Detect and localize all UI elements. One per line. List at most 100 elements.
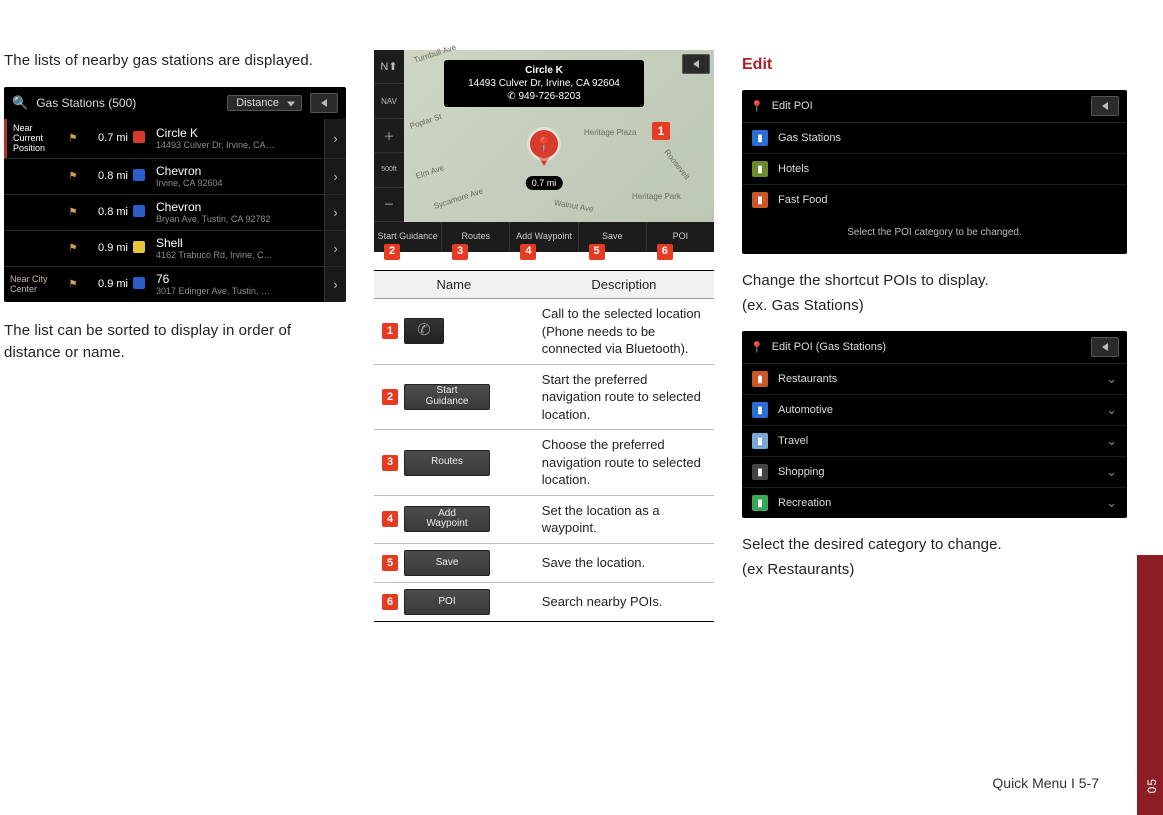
map-scale-button[interactable]: 500ft — [374, 153, 404, 187]
table-row: 1✆Call to the selected location (Phone n… — [374, 299, 714, 365]
edit-poi-screenshot-2: 📍 Edit POI (Gas Stations) ▮Restaurants⌄▮… — [742, 331, 1127, 518]
poi-category-row[interactable]: ▮Shopping⌄ — [742, 457, 1127, 488]
row-label: Near Current Position — [4, 119, 62, 158]
sort-dropdown[interactable]: Distance — [227, 95, 302, 111]
flag-icon: ⚑ — [62, 133, 84, 144]
edit-poi-footer: Select the POI category to be changed. — [742, 215, 1127, 254]
poi-category-row[interactable]: ▮Gas Stations — [742, 123, 1127, 154]
brand-icon — [128, 241, 150, 256]
callout-number: 2 — [382, 389, 398, 405]
brand-icon — [128, 277, 150, 292]
back-button[interactable] — [310, 93, 338, 113]
gas-list-row[interactable]: Near City Center⚑0.9 mi763017 Edinger Av… — [4, 266, 346, 302]
row-description: Start the preferred navigation route to … — [534, 364, 714, 430]
category-label: Travel — [778, 435, 808, 447]
back-button[interactable] — [1091, 337, 1119, 357]
left-paragraph-1: The lists of nearby gas stations are dis… — [4, 50, 346, 73]
back-button[interactable] — [1091, 96, 1119, 116]
callout-number: 4 — [382, 511, 398, 527]
map-distance-badge: 0.7 mi — [526, 176, 563, 190]
ui-button-thumb: POI — [404, 589, 490, 615]
row-address: Bryan Ave, Tustin, CA 92782 — [156, 214, 318, 224]
chevron-right-icon[interactable]: › — [324, 231, 346, 266]
poi-category-row[interactable]: ▮Automotive⌄ — [742, 395, 1127, 426]
search-icon: 🔍 — [12, 95, 28, 111]
row-name: Circle K — [156, 126, 318, 140]
map-poi-button[interactable]: POI 6 — [647, 222, 714, 252]
map-add-waypoint-button[interactable]: Add Waypoint 4 — [510, 222, 578, 252]
gas-list-title: Gas Stations (500) — [36, 96, 136, 110]
row-address: Irvine, CA 92604 — [156, 178, 318, 188]
poi-category-row[interactable]: ▮Travel⌄ — [742, 426, 1127, 457]
category-icon: ▮ — [752, 192, 768, 208]
right-paragraph-2a: Select the desired category to change. — [742, 534, 1127, 557]
callout-3: 3 — [452, 244, 468, 260]
category-label: Hotels — [778, 163, 809, 175]
gas-list-row[interactable]: ⚑0.9 miShell4162 Trabuco Rd, Irvine, C…› — [4, 230, 346, 266]
table-row: 5SaveSave the location. — [374, 544, 714, 583]
map-save-button[interactable]: Save 5 — [579, 222, 647, 252]
gas-list-row[interactable]: ⚑0.8 miChevronIrvine, CA 92604› — [4, 158, 346, 194]
map-street-label: Walnut Ave — [553, 198, 594, 214]
chevron-right-icon[interactable]: › — [324, 267, 346, 302]
row-name: Chevron — [156, 164, 318, 178]
right-paragraph-2b: (ex Restaurants) — [742, 559, 1127, 582]
table-row: 6POISearch nearby POIs. — [374, 583, 714, 622]
gas-list-row[interactable]: Near Current Position⚑0.7 miCircle K1449… — [4, 119, 346, 158]
row-name: Shell — [156, 236, 318, 250]
chevron-right-icon[interactable]: › — [324, 195, 346, 230]
edit-poi-rows-1: ▮Gas Stations▮Hotels▮Fast Food — [742, 123, 1127, 215]
gas-list-rows: Near Current Position⚑0.7 miCircle K1449… — [4, 119, 346, 302]
row-distance: 0.9 mi — [84, 278, 128, 290]
flag-icon: ⚑ — [62, 171, 84, 182]
gas-list-row[interactable]: ⚑0.8 miChevronBryan Ave, Tustin, CA 9278… — [4, 194, 346, 230]
category-icon: ▮ — [752, 130, 768, 146]
page-footer-label: Quick Menu I 5-7 — [992, 775, 1099, 791]
map-poi-bubble: Circle K 14493 Culver Dr, Irvine, CA 926… — [444, 60, 644, 107]
table-row: 2 StartGuidance Start the preferred naviga… — [374, 364, 714, 430]
map-street-label: Poplar St — [409, 112, 443, 131]
phone-icon-button: ✆ — [404, 318, 444, 344]
map-zoom-out-button[interactable]: － — [374, 188, 404, 222]
map-zoom-in-button[interactable]: ＋ — [374, 119, 404, 153]
row-description: Save the location. — [534, 544, 714, 583]
map-compass-button[interactable]: N⬆ — [374, 50, 404, 84]
row-distance: 0.8 mi — [84, 206, 128, 218]
map-nav-button[interactable]: NAV — [374, 84, 404, 118]
callout-1: 1 — [652, 122, 670, 140]
row-description: Call to the selected location (Phone nee… — [534, 299, 714, 365]
callout-2: 2 — [384, 244, 400, 260]
map-street-label: Sycamore Ave — [433, 186, 485, 210]
table-header-name: Name — [374, 271, 534, 299]
category-label: Recreation — [778, 497, 831, 509]
edit-poi-subtitle: Edit POI (Gas Stations) — [772, 341, 886, 353]
poi-category-row[interactable]: ▮Restaurants⌄ — [742, 364, 1127, 395]
map-street-label: Heritage Plaza — [584, 128, 636, 137]
map-screenshot: N⬆ NAV ＋ 500ft － Turnbull Ave Poplar St … — [374, 50, 714, 252]
map-start-guidance-button[interactable]: Start Guidance 2 — [374, 222, 442, 252]
desc-table-body: 1✆Call to the selected location (Phone n… — [374, 299, 714, 622]
callout-number: 6 — [382, 594, 398, 610]
gas-stations-screenshot: 🔍 Gas Stations (500) Distance Near Curre… — [4, 87, 346, 302]
poi-category-row[interactable]: ▮Recreation⌄ — [742, 488, 1127, 518]
category-icon: ▮ — [752, 371, 768, 387]
ui-button-thumb: StartGuidance — [404, 384, 490, 410]
map-routes-button[interactable]: Routes 3 — [442, 222, 510, 252]
flag-icon: ⚑ — [62, 207, 84, 218]
callout-number: 5 — [382, 555, 398, 571]
poi-category-row[interactable]: ▮Fast Food — [742, 185, 1127, 215]
chevron-down-icon: ⌄ — [1106, 495, 1117, 511]
chevron-right-icon[interactable]: › — [324, 119, 346, 158]
ui-button-thumb: AddWaypoint — [404, 506, 490, 532]
table-row: 3RoutesChoose the preferred navigation r… — [374, 430, 714, 496]
right-paragraph-1a: Change the shortcut POIs to display. — [742, 270, 1127, 293]
poi-category-row[interactable]: ▮ Hotels — [742, 154, 1127, 185]
callout-5: 5 — [589, 244, 605, 260]
chevron-right-icon[interactable]: › — [324, 159, 346, 194]
map-street-label: Roosevelt — [662, 148, 691, 182]
callout-6: 6 — [657, 244, 673, 260]
row-distance: 0.9 mi — [84, 242, 128, 254]
map-back-button[interactable] — [682, 54, 710, 74]
category-icon: ▮ — [752, 161, 768, 177]
row-label — [4, 244, 62, 252]
